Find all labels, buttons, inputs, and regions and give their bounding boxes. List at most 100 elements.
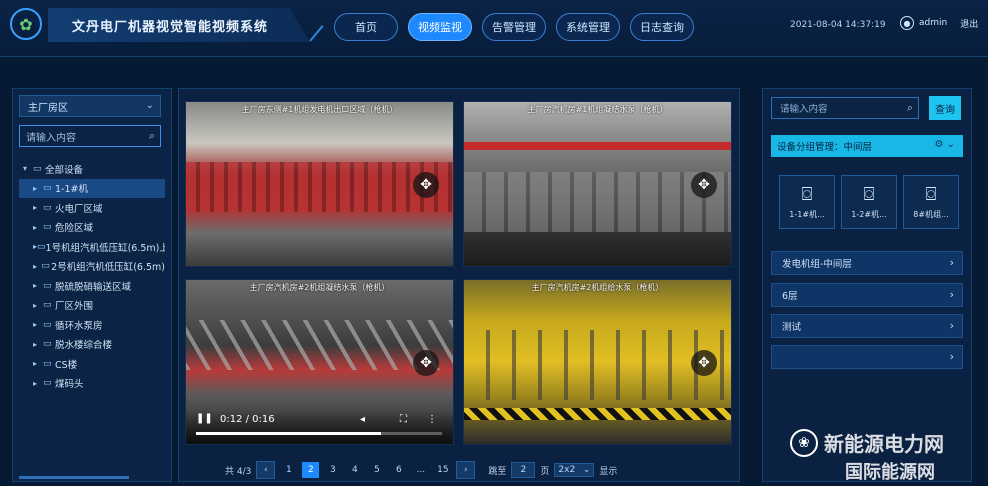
group-item[interactable]: › xyxy=(771,345,963,369)
chevron-right-icon: › xyxy=(949,319,954,332)
caret-right-icon: ▸ xyxy=(33,203,38,213)
caret-right-icon: ▸ xyxy=(33,222,38,232)
page-button[interactable]: 6 xyxy=(390,462,407,478)
video-title: 主厂房汽机房#2机组凝结水泵（枪机） xyxy=(249,283,390,292)
page-button-active[interactable]: 2 xyxy=(302,462,320,478)
folder-icon: ▭ xyxy=(41,261,50,272)
camera-label: 1-2#机... xyxy=(851,210,887,219)
horizontal-scrollbar[interactable] xyxy=(19,476,129,479)
camera-item[interactable]: ⌼ 1-1#机... xyxy=(779,175,835,229)
nav-alarm[interactable]: 告警管理 xyxy=(482,13,546,41)
goto-page-input[interactable]: 2 xyxy=(511,462,536,478)
tree-item-label: 1-1#机 xyxy=(55,184,88,196)
pagination: 共 4/3 ‹ 1 2 3 4 5 6 ... 15 › 跳至 2 页 2x2 ⌄… xyxy=(225,461,617,479)
video-tile[interactable]: 主厂房汽机房#2机组给水泵（枪机） ✥ xyxy=(463,279,732,445)
search-icon[interactable]: ⌕ xyxy=(149,129,155,143)
more-icon[interactable]: ⋮ xyxy=(427,414,437,425)
tree-item-label: 火电厂区域 xyxy=(55,203,103,215)
device-tree: ▾ ▭ 全部设备 ▸ ▭ 1-1#机 ▸ ▭ 火电厂区域 ▸ ▭ 危险区域 ▸ ▭ 1号机组汽机低压… xyxy=(19,159,165,393)
fullscreen-icon[interactable]: ⛶ xyxy=(400,414,407,425)
video-grid: 主厂房东侧#1机组发电机出口区域（枪机） ✥ 主厂房汽机房#1机组凝结水泵（枪机… xyxy=(178,88,740,482)
app-title: 文丹电厂机器视觉智能视频系统 xyxy=(72,20,269,35)
ptz-control-icon[interactable]: ✥ xyxy=(413,172,439,198)
page-button[interactable]: 15 xyxy=(434,462,451,478)
tree-item[interactable]: ▸ ▭ 1号机组汽机低压缸(6.5m)上 xyxy=(19,237,165,257)
tree-item[interactable]: ▸ ▭ 危险区域 xyxy=(19,218,165,238)
chevron-down-icon: ⌄ xyxy=(582,465,591,475)
group-item-label: 6层 xyxy=(782,291,798,302)
user-icon[interactable]: ● xyxy=(900,16,914,30)
folder-icon: ▭ xyxy=(33,163,42,174)
camera-icon: ⌼ xyxy=(863,184,875,205)
volume-icon[interactable]: ◂ xyxy=(360,414,365,425)
nav-system[interactable]: 系统管理 xyxy=(556,13,620,41)
caret-right-icon: ▸ xyxy=(33,359,38,369)
user-area: ● admin 退出 xyxy=(900,16,978,30)
next-page-button[interactable]: › xyxy=(456,461,476,479)
group-item[interactable]: 发电机组-中间层 › xyxy=(771,251,963,275)
page-button[interactable]: 5 xyxy=(368,462,385,478)
nav-video-monitor[interactable]: 视频监视 xyxy=(408,13,472,41)
page-size-value: 2x2 xyxy=(558,465,576,475)
folder-icon: ▭ xyxy=(43,378,52,389)
logout-link[interactable]: 退出 xyxy=(960,17,978,30)
display-label: 显示 xyxy=(599,466,618,477)
ptz-control-icon[interactable]: ✥ xyxy=(691,172,717,198)
video-tile[interactable]: 主厂房汽机房#2机组凝结水泵（枪机） ✥ ❚❚ 0:12 / 0:16 ◂ ⛶ … xyxy=(185,279,454,445)
tree-item-label: 全部设备 xyxy=(45,164,84,176)
tree-item[interactable]: ▾ ▭ 全部设备 xyxy=(19,159,165,179)
page-button[interactable]: 4 xyxy=(346,462,363,478)
tree-item[interactable]: ▸ ▭ 循环水泵房 xyxy=(19,315,165,335)
camera-search-placeholder: 请输入内容 xyxy=(780,104,828,115)
page-button[interactable]: 3 xyxy=(324,462,341,478)
group-item-label: 测试 xyxy=(782,322,802,333)
caret-down-icon: ▾ xyxy=(23,164,28,174)
video-tile[interactable]: 主厂房汽机房#1机组凝结水泵（枪机） ✥ xyxy=(463,101,732,267)
datetime: 2021-08-04 14:37:19 xyxy=(790,20,886,30)
folder-icon: ▭ xyxy=(43,319,52,330)
group-item[interactable]: 6层 › xyxy=(771,283,963,307)
tree-item[interactable]: ▸ ▭ 脱水楼综合楼 xyxy=(19,335,165,355)
goto-unit: 页 xyxy=(540,466,550,477)
chevron-right-icon: › xyxy=(949,288,954,301)
settings-chevron-icon[interactable]: ⚙ ⌄ xyxy=(934,139,955,150)
query-button[interactable]: 查询 xyxy=(929,96,961,120)
username[interactable]: admin xyxy=(919,18,947,28)
group-item[interactable]: 测试 › xyxy=(771,314,963,338)
tree-item[interactable]: ▸ ▭ 2号机组汽机低压缸(6.5m) xyxy=(19,257,165,277)
group-item-label: 发电机组-中间层 xyxy=(782,259,852,270)
pause-icon[interactable]: ❚❚ xyxy=(196,413,213,424)
camera-item[interactable]: ⌼ 1-2#机... xyxy=(841,175,897,229)
chevron-down-icon: ⌄ xyxy=(145,100,154,111)
tree-item[interactable]: ▸ ▭ 脱硫脱硝输送区域 xyxy=(19,276,165,296)
tree-item-label: 危险区域 xyxy=(55,223,94,235)
area-select[interactable]: 主厂房区 ⌄ xyxy=(19,95,161,117)
video-tile[interactable]: 主厂房东侧#1机组发电机出口区域（枪机） ✥ xyxy=(185,101,454,267)
device-search-input[interactable]: 请输入内容 ⌕ xyxy=(19,125,161,147)
tree-item-label: 煤码头 xyxy=(55,379,84,391)
ptz-control-icon[interactable]: ✥ xyxy=(691,350,717,376)
camera-search-input[interactable]: 请输入内容 ⌕ xyxy=(771,97,919,119)
tree-item[interactable]: ▸ ▭ 火电厂区域 xyxy=(19,198,165,218)
ptz-control-icon[interactable]: ✥ xyxy=(413,350,439,376)
tree-item[interactable]: ▸ ▭ 厂区外围 xyxy=(19,296,165,316)
chevron-right-icon: › xyxy=(949,256,954,269)
nav-home[interactable]: 首页 xyxy=(334,13,398,41)
right-panel: 请输入内容 ⌕ 查询 设备分组管理：中间层 ⚙ ⌄ ⌼ 1-1#机... ⌼ 1… xyxy=(762,88,972,482)
camera-item[interactable]: ⌼ 8#机组... xyxy=(903,175,959,229)
search-icon[interactable]: ⌕ xyxy=(907,101,913,115)
page-button[interactable]: 1 xyxy=(280,462,297,478)
tree-item[interactable]: ▸ ▭ 煤码头 xyxy=(19,374,165,394)
nav-log[interactable]: 日志查询 xyxy=(630,13,694,41)
folder-icon: ▭ xyxy=(43,202,52,213)
prev-page-button[interactable]: ‹ xyxy=(256,461,276,479)
page-size-select[interactable]: 2x2 ⌄ xyxy=(554,463,595,477)
tree-item[interactable]: ▸ ▭ CS楼 xyxy=(19,354,165,374)
caret-right-icon: ▸ xyxy=(33,300,38,310)
group-selector[interactable]: 设备分组管理：中间层 ⚙ ⌄ xyxy=(771,135,963,157)
tree-item-label: 1号机组汽机低压缸(6.5m)上 xyxy=(45,242,165,254)
video-progress-bar[interactable] xyxy=(196,432,442,435)
caret-right-icon: ▸ xyxy=(33,183,38,193)
tree-item[interactable]: ▸ ▭ 1-1#机 xyxy=(19,178,165,198)
video-frame xyxy=(464,408,731,420)
